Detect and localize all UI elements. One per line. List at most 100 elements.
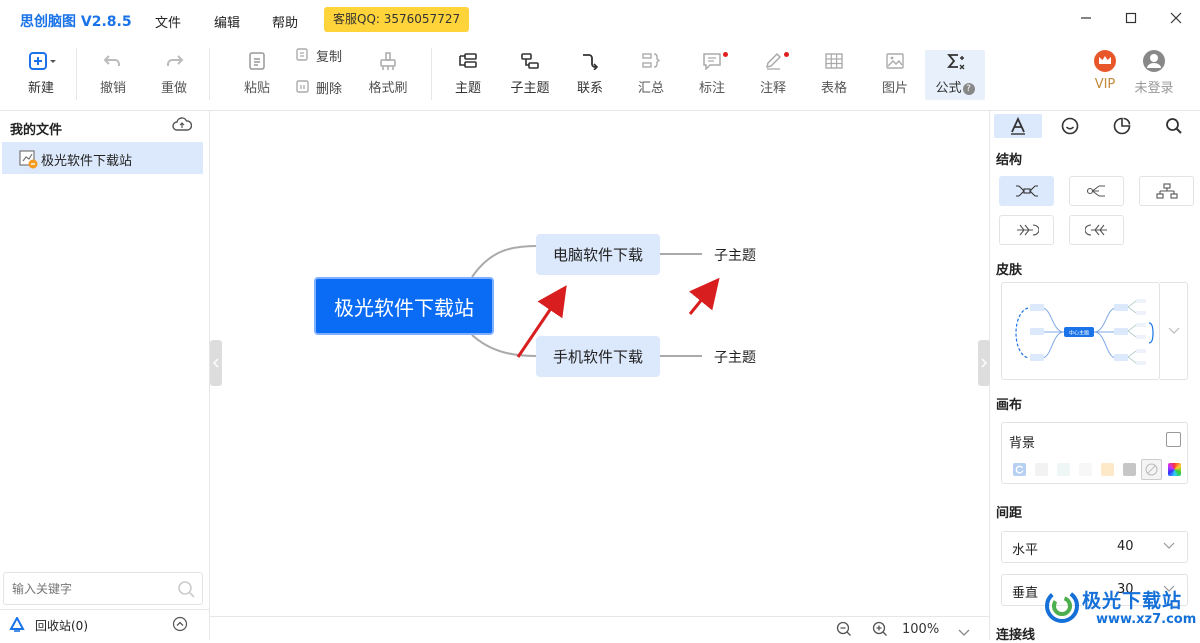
subtopic-button[interactable]: 子主题 (501, 50, 559, 102)
avatar (1126, 50, 1182, 72)
background-swatch-refresh[interactable] (1013, 463, 1026, 476)
zoom-out-icon[interactable] (836, 621, 852, 641)
paste-button[interactable]: 粘贴 (229, 50, 285, 102)
cloud-sync-icon[interactable] (172, 117, 193, 137)
file-name: 极光软件下载站 (41, 154, 133, 169)
collapse-right-panel-button[interactable] (978, 340, 990, 386)
search-icon[interactable] (177, 580, 195, 602)
copy-button[interactable]: 复制 (295, 45, 342, 65)
subtopic-icon (501, 50, 559, 72)
toolbar-divider (431, 48, 432, 100)
file-search-box[interactable] (3, 572, 203, 605)
login-label: 未登录 (1134, 81, 1174, 96)
structure-fishbone-right-button[interactable] (999, 215, 1054, 245)
background-checkbox[interactable] (1166, 432, 1181, 447)
format-brush-button[interactable]: 格式刷 (359, 50, 417, 102)
no-color-icon (1145, 463, 1158, 476)
fishbone-right-icon (1016, 224, 1039, 236)
my-files-title: 我的文件 (10, 123, 63, 138)
relation-button[interactable]: 联系 (562, 50, 618, 102)
undo-button[interactable]: 撤销 (85, 50, 141, 102)
maximize-button[interactable] (1117, 6, 1145, 30)
text-style-icon (1011, 117, 1025, 135)
refresh-icon (1015, 465, 1024, 474)
login-button[interactable]: 未登录 (1126, 50, 1182, 102)
background-swatch[interactable] (1035, 463, 1048, 476)
chevron-up-icon[interactable] (172, 616, 188, 636)
collapse-left-panel-button[interactable] (210, 340, 222, 386)
status-bar: 100% (210, 616, 989, 640)
mindmap-canvas[interactable]: 极光软件下载站 电脑软件下载 手机软件下载 子主题 子主题 (210, 111, 989, 616)
subtopic-node[interactable]: 电脑软件下载 (536, 234, 660, 275)
app-title: 思创脑图 V2.8.5 (20, 14, 132, 30)
topic-button[interactable]: 主题 (440, 50, 496, 102)
structure-section-title: 结构 (996, 153, 1023, 168)
table-button[interactable]: 表格 (806, 50, 862, 102)
chevron-down-icon (1163, 542, 1175, 549)
close-icon (1170, 12, 1182, 24)
chevron-down-icon[interactable] (958, 623, 970, 642)
pencil-icon (745, 50, 801, 72)
customer-service-qq-badge[interactable]: 客服QQ: 3576057727 (324, 7, 470, 32)
file-list-item[interactable]: 极光软件下载站 (2, 142, 203, 174)
note-button[interactable]: 注释 (745, 50, 801, 102)
skin-preview[interactable]: 中心主题 (1001, 282, 1160, 380)
menu-edit[interactable]: 编辑 (214, 12, 240, 31)
connector-section-title: 连接线 (996, 628, 1036, 643)
spacing-section-title: 间距 (996, 506, 1023, 521)
svg-text:中心主题: 中心主题 (1069, 330, 1089, 337)
tab-emoji[interactable] (1046, 114, 1094, 138)
crown-icon (1077, 50, 1133, 72)
file-search-input[interactable] (12, 579, 172, 599)
background-swatch[interactable] (1101, 463, 1114, 476)
structure-right-tree-button[interactable] (1069, 176, 1124, 206)
leaf-topic-node[interactable]: 子主题 (705, 346, 765, 368)
toolbar-divider (209, 48, 210, 100)
image-button[interactable]: 图片 (867, 50, 923, 102)
recycle-bin[interactable]: 回收站(0) (0, 610, 209, 640)
structure-mindmap-button[interactable] (999, 176, 1054, 206)
zoom-in-icon[interactable] (872, 621, 888, 641)
new-icon (13, 50, 69, 72)
undo-label: 撤销 (99, 81, 126, 96)
image-label: 图片 (881, 81, 908, 96)
marker-button[interactable]: 标注 (684, 50, 740, 102)
undo-icon (85, 50, 141, 72)
new-button[interactable]: 新建 (13, 50, 69, 102)
root-topic-node[interactable]: 极光软件下载站 (314, 277, 494, 335)
title-bar: 思创脑图 V2.8.5 文件 编辑 帮助 客服QQ: 3576057727 (0, 0, 1200, 40)
help-circle-icon[interactable]: ? (962, 83, 975, 95)
horizontal-spacing-select[interactable]: 水平 40 (1001, 531, 1188, 563)
background-swatch-none[interactable] (1141, 459, 1162, 480)
subtopic-label: 子主题 (510, 81, 550, 96)
formula-button[interactable]: 公式? (925, 50, 985, 100)
watermark: 极光下载站 www.xz7.com (1040, 580, 1200, 640)
menu-file[interactable]: 文件 (155, 12, 181, 31)
background-swatch[interactable] (1123, 463, 1136, 476)
background-swatch[interactable] (1079, 463, 1092, 476)
skin-more-button[interactable] (1160, 282, 1188, 380)
background-swatch[interactable] (1057, 463, 1070, 476)
tab-style[interactable] (994, 114, 1042, 138)
vip-button[interactable]: VIP (1077, 50, 1133, 102)
background-swatch-custom-color[interactable] (1168, 463, 1181, 476)
tab-search[interactable] (1150, 114, 1198, 138)
menu-help[interactable]: 帮助 (272, 12, 298, 31)
redo-button[interactable]: 重做 (146, 50, 202, 102)
structure-fishbone-left-button[interactable] (1069, 215, 1124, 245)
close-button[interactable] (1162, 6, 1190, 30)
right-tree-structure-icon (1086, 185, 1105, 197)
minimize-button[interactable] (1072, 6, 1100, 30)
summary-button[interactable]: 汇总 (623, 50, 679, 102)
background-settings: 背景 (1001, 422, 1188, 484)
tab-theme[interactable] (1098, 114, 1146, 138)
delete-button[interactable]: 删除 (295, 77, 342, 97)
structure-org-chart-button[interactable] (1139, 176, 1194, 206)
subtopic-node[interactable]: 手机软件下载 (536, 336, 660, 377)
paste-label: 粘贴 (243, 81, 270, 96)
leaf-topic-node[interactable]: 子主题 (705, 244, 765, 266)
table-label: 表格 (820, 81, 847, 96)
new-label: 新建 (27, 81, 54, 96)
recycle-bin-label: 回收站(0) (35, 619, 88, 633)
note-label: 注释 (759, 81, 786, 96)
